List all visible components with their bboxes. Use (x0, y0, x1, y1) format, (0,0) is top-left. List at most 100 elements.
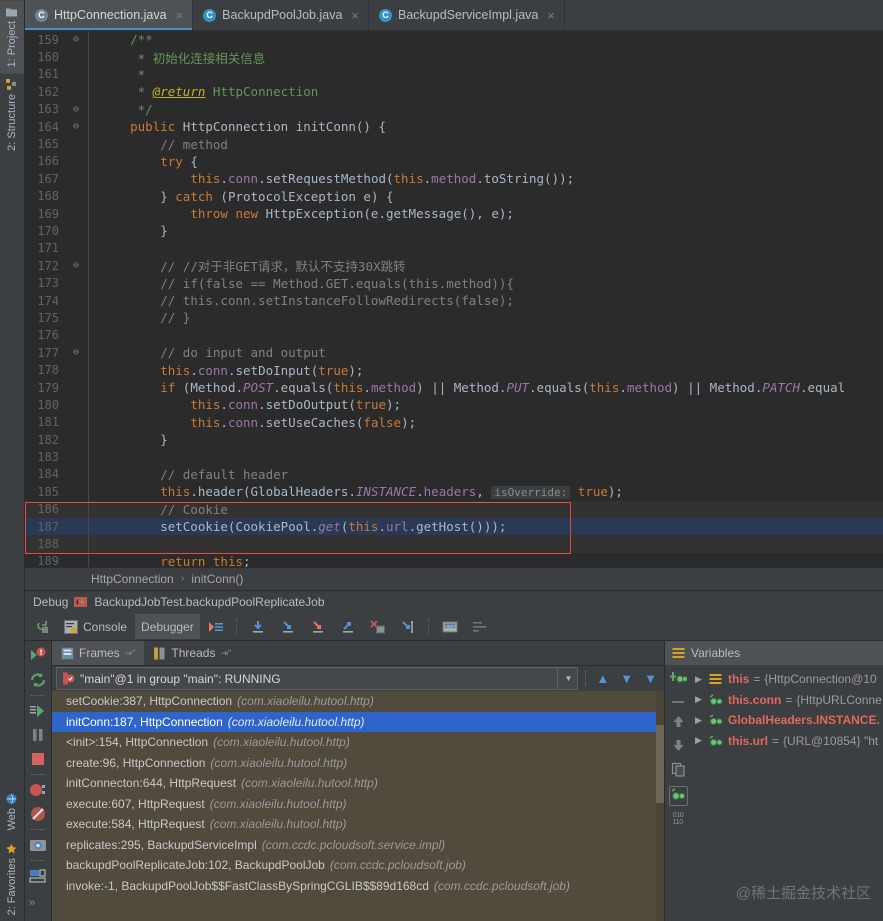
expand-caret-icon[interactable]: ▶ (695, 715, 705, 726)
rerun-button[interactable] (29, 614, 56, 639)
stack-frame-row[interactable]: setCookie:387, HttpConnection (com.xiaole… (52, 691, 664, 712)
stack-frame-row[interactable]: backupdPoolReplicateJob:102, BackupdPool… (52, 855, 664, 876)
thread-selector[interactable]: "main"@1 in group "main": RUNNING ▼ (56, 667, 579, 690)
expand-caret-icon[interactable]: ▶ (695, 694, 705, 705)
editor-tab-backupdserviceimpl[interactable]: C BackupdServiceImpl.java × (369, 0, 565, 30)
code-editor[interactable]: 159 ⊖ /** 160 * 初始化连接相关信息 161 * 162 * @retur… (25, 31, 883, 567)
code-line[interactable]: 166 try { (25, 153, 883, 170)
pin-icon[interactable]: ⇥ʺ (125, 648, 136, 659)
filter-icon[interactable]: ▼ (641, 671, 660, 686)
evaluate-expression-button[interactable] (436, 614, 464, 639)
close-icon[interactable]: × (176, 9, 184, 22)
code-line[interactable]: 181 this.conn.setUseCaches(false); (25, 414, 883, 431)
tool-button-project[interactable]: 1: Project (0, 0, 24, 74)
variable-row[interactable]: ▶ this.conn = {HttpURLConne (691, 690, 883, 711)
code-line[interactable]: 165 // method (25, 135, 883, 152)
stack-frame-row[interactable]: execute:607, HttpRequest (com.xiaoleilu.h… (52, 794, 664, 815)
layout-settings-icon[interactable] (29, 867, 47, 885)
stack-frame-row[interactable]: replicates:295, BackupdServiceImpl (com.c… (52, 835, 664, 856)
code-line[interactable]: 188 (25, 535, 883, 553)
code-line[interactable]: 168 } catch (ProtocolException e) { (25, 188, 883, 205)
code-fold-marker[interactable]: ⊖ (66, 260, 86, 271)
tool-button-structure[interactable]: 2: Structure (0, 73, 24, 157)
mute-breakpoints-icon[interactable] (29, 805, 47, 823)
up-arrow-icon[interactable]: ▲ (593, 671, 612, 686)
settings-camera-icon[interactable] (29, 836, 47, 854)
code-line[interactable]: 160 * 初始化连接相关信息 (25, 48, 883, 66)
close-icon[interactable]: × (547, 9, 555, 22)
step-out-button[interactable] (334, 614, 362, 639)
expand-caret-icon[interactable]: ▶ (695, 674, 705, 685)
expand-caret-icon[interactable]: ▶ (695, 735, 705, 746)
tab-threads[interactable]: Threads ⇥ʺ (144, 641, 240, 665)
code-line[interactable]: 163 ⊖ */ (25, 101, 883, 118)
code-line[interactable]: 162 * @return HttpConnection (25, 83, 883, 100)
stack-frame-row[interactable]: create:96, HttpConnection (com.xiaoleilu.… (52, 753, 664, 774)
down-arrow-icon[interactable]: ▼ (617, 671, 636, 686)
code-fold-marker[interactable]: ⊖ (66, 104, 86, 115)
code-line[interactable]: 179 if (Method.POST.equals(this.method) … (25, 379, 883, 396)
close-icon[interactable]: × (351, 9, 359, 22)
add-watch-icon[interactable] (669, 670, 688, 688)
rerun-green-icon[interactable] (29, 671, 47, 689)
code-line[interactable]: 169 throw new HttpException(e.getMessage… (25, 205, 883, 222)
mute-breakpoints-button[interactable] (466, 614, 494, 639)
run-to-cursor-button[interactable] (394, 614, 422, 639)
breakpoint-alert-icon[interactable] (29, 647, 47, 665)
inspect-icon[interactable] (668, 786, 688, 806)
stack-frame-row[interactable]: execute:584, HttpRequest (com.xiaoleilu.h… (52, 814, 664, 835)
stop-icon[interactable] (29, 750, 47, 768)
code-line[interactable]: 183 (25, 448, 883, 465)
step-into-button[interactable] (274, 614, 302, 639)
chevron-down-icon[interactable]: ▼ (557, 668, 572, 689)
code-fold-marker[interactable]: ⊖ (66, 34, 86, 45)
up-arrow-icon[interactable] (671, 714, 686, 732)
tool-button-favorites[interactable]: 2: Favorites (0, 837, 24, 921)
code-line[interactable]: 159 ⊖ /** (25, 31, 883, 48)
code-line[interactable]: 189 return this; (25, 553, 883, 567)
code-line[interactable]: 167 this.conn.setRequestMethod(this.meth… (25, 170, 883, 187)
step-over-button[interactable] (244, 614, 272, 639)
code-line[interactable]: 187 setCookie(CookiePool.get(this.url.ge… (25, 517, 883, 536)
force-step-into-button[interactable] (304, 614, 332, 639)
frames-scrollbar-thumb[interactable] (656, 725, 664, 803)
code-line[interactable]: 175 // } (25, 309, 883, 326)
editor-tab-httpconnection[interactable]: C HttpConnection.java × (25, 0, 194, 30)
variable-row[interactable]: ▶ GlobalHeaders.INSTANCE. (691, 710, 883, 731)
tool-button-web[interactable]: Web (0, 787, 24, 836)
stack-frame-row[interactable]: invoke:-1, BackupdPoolJob$$FastClassBySp… (52, 876, 664, 897)
breadcrumb-class[interactable]: HttpConnection (91, 572, 174, 586)
code-line[interactable]: 178 this.conn.setDoInput(true); (25, 361, 883, 378)
code-line[interactable]: 164 ⊖ public HttpConnection initConn() { (25, 118, 883, 135)
show-execution-point-button[interactable] (202, 614, 230, 639)
code-line[interactable]: 173 // if(false == Method.GET.equals(thi… (25, 274, 883, 291)
stack-frame-row[interactable]: <init>:154, HttpConnection (com.xiaoleilu… (52, 732, 664, 753)
code-line[interactable]: 171 (25, 240, 883, 257)
code-line[interactable]: 174 // this.conn.setInstanceFollowRedire… (25, 292, 883, 309)
variable-row[interactable]: ▶ this = {HttpConnection@10 (691, 669, 883, 690)
breadcrumb-method[interactable]: initConn() (191, 572, 243, 586)
frames-scrollbar[interactable] (656, 691, 664, 921)
debugger-tab[interactable]: Debugger (135, 614, 200, 639)
editor-tab-backupdpooljob[interactable]: C BackupdPoolJob.java × (193, 0, 369, 30)
code-fold-marker[interactable]: ⊖ (66, 347, 86, 358)
pause-program-icon[interactable] (29, 726, 47, 744)
stack-frame-row[interactable]: initConnecton:644, HttpRequest (com.xiaol… (52, 773, 664, 794)
code-line[interactable]: 182 } (25, 431, 883, 448)
remove-icon[interactable] (671, 694, 686, 708)
code-line[interactable]: 172 ⊖ // //对于非GET请求，默认不支持30X跳转 (25, 257, 883, 275)
code-line[interactable]: 161 * (25, 66, 883, 83)
code-line[interactable]: 185 this.header(GlobalHeaders.INSTANCE.h… (25, 483, 883, 500)
variable-row[interactable]: ▶ this.url = {URL@10854} "ht (691, 731, 883, 752)
view-breakpoints-icon[interactable] (29, 781, 47, 799)
code-fold-marker[interactable]: ⊖ (66, 121, 86, 132)
copy-icon[interactable] (671, 762, 686, 780)
more-chevrons-icon[interactable]: » (29, 897, 47, 915)
console-tab[interactable]: Console (58, 614, 133, 639)
code-line[interactable]: 177 ⊖ // do input and output (25, 344, 883, 361)
code-line[interactable]: 186 // Cookie (25, 500, 883, 518)
stack-frame-row[interactable]: initConn:187, HttpConnection (com.xiaolei… (52, 711, 664, 732)
tab-frames[interactable]: Frames ⇥ʺ (52, 641, 145, 665)
frames-list[interactable]: setCookie:387, HttpConnection (com.xiaole… (52, 691, 664, 921)
resume-program-icon[interactable] (29, 702, 47, 720)
